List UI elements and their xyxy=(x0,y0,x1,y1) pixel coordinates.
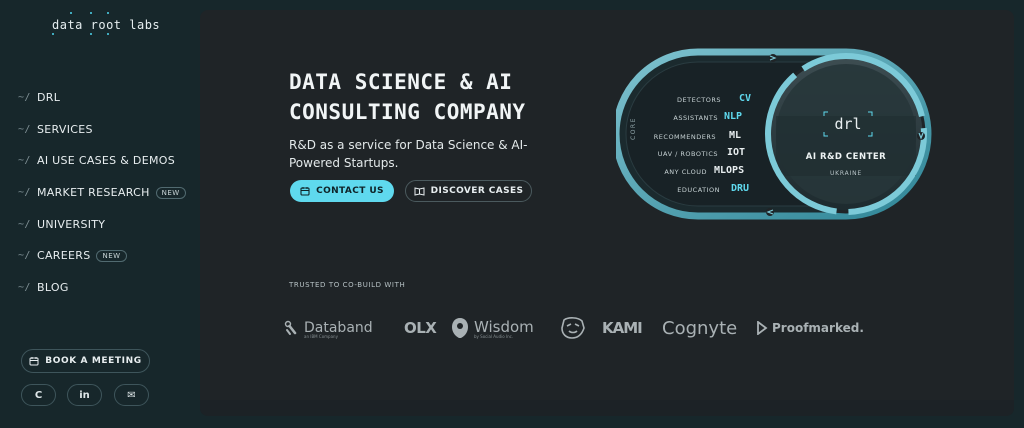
clutch-button[interactable]: C xyxy=(21,384,56,406)
hero-title: DATA SCIENCE & AI CONSULTING COMPANY xyxy=(289,67,589,127)
linkedin-button[interactable]: in xyxy=(67,384,102,406)
center-logo: drl xyxy=(834,115,862,133)
hero-subtitle: R&D as a service for Data Science & AI-P… xyxy=(289,138,528,170)
contact-us-button[interactable]: CONTACT US xyxy=(290,180,394,202)
partner-logo-proofmarked[interactable]: Proofmarked. xyxy=(756,310,864,346)
partner-logo-cognyte[interactable]: Cognyte xyxy=(662,310,737,346)
nav-item-ai-use-cases[interactable]: ~/ AI USE CASES & DEMOS xyxy=(18,145,186,177)
diagram-row-label: DETECTORS xyxy=(677,96,721,104)
book-icon xyxy=(414,187,425,196)
hero-title-line-2: CONSULTING COMPANY xyxy=(289,100,526,124)
linkedin-icon: in xyxy=(79,389,90,401)
discover-cases-label: DISCOVER CASES xyxy=(430,186,524,196)
diagram-row-code: CV xyxy=(739,93,752,104)
partner-logos: Databand an IBM Company OLX Wisdom by So… xyxy=(284,310,864,346)
nav-item-careers[interactable]: ~/ CAREERS NEW xyxy=(18,240,186,272)
partner-name: Proofmarked. xyxy=(772,321,864,335)
nav-prefix: ~/ xyxy=(18,187,31,199)
book-meeting-label: BOOK A MEETING xyxy=(45,356,142,366)
nav-prefix: ~/ xyxy=(18,92,31,104)
nav-prefix: ~/ xyxy=(18,218,31,230)
new-badge: NEW xyxy=(155,186,186,199)
partner-logo-wisdom[interactable]: Wisdom by Social Audio Inc. xyxy=(450,310,534,346)
diagram-row-label: RECOMMENDERS xyxy=(653,133,716,141)
new-badge: NEW xyxy=(96,249,127,262)
nav-item-drl[interactable]: ~/ DRL xyxy=(18,82,186,114)
center-subtitle: UKRAINE xyxy=(829,170,862,177)
hero-title-line-1: DATA SCIENCE & AI xyxy=(289,70,513,94)
diagram-row-code: MLOPS xyxy=(714,165,745,176)
nav-item-university[interactable]: ~/ UNIVERSITY xyxy=(18,208,186,240)
contact-us-label: CONTACT US xyxy=(316,186,384,196)
partner-name: Cognyte xyxy=(662,317,738,339)
nav-prefix: ~/ xyxy=(18,123,31,135)
nav-item-label: MARKET RESEARCH xyxy=(37,186,150,200)
partner-name: KAMI xyxy=(602,319,643,337)
nav-item-blog[interactable]: ~/ BLOG xyxy=(18,272,186,304)
hero-panel: DATA SCIENCE & AI CONSULTING COMPANY R&D… xyxy=(200,10,1014,416)
main-nav: ~/ DRL ~/ SERVICES ~/ AI USE CASES & DEM… xyxy=(18,82,186,303)
nav-item-label: DRL xyxy=(37,91,61,105)
core-label: CORE xyxy=(630,117,637,140)
partner-logo-avatar[interactable] xyxy=(558,310,588,346)
brand-logo[interactable]: data root labs xyxy=(52,18,160,32)
nav-prefix: ~/ xyxy=(18,281,31,293)
center-title: AI R&D CENTER xyxy=(805,152,887,162)
proofmarked-icon xyxy=(757,321,768,335)
diagram-row-label: UAV / ROBOTICS xyxy=(657,150,718,158)
nav-prefix: ~/ xyxy=(18,155,31,167)
book-meeting-button[interactable]: BOOK A MEETING xyxy=(21,349,150,373)
diagram-row-label: EDUCATION xyxy=(677,186,720,194)
nav-item-label: CAREERS xyxy=(37,249,91,263)
diagram-row-label: ASSISTANTS xyxy=(673,114,718,122)
nav-prefix: ~/ xyxy=(18,250,31,262)
sidebar: data root labs ~/ DRL ~/ SERVICES ~/ AI … xyxy=(0,0,200,428)
diagram-row-code: ML xyxy=(729,130,742,141)
partner-logo-databand[interactable]: Databand an IBM Company xyxy=(284,310,373,346)
nav-item-label: BLOG xyxy=(37,280,69,294)
trusted-label: TRUSTED TO CO-BUILD WITH xyxy=(289,281,406,289)
calendar-icon xyxy=(300,187,310,196)
partner-name: OLX xyxy=(404,319,437,337)
panel-bottom-strip xyxy=(200,400,1014,416)
mail-button[interactable]: ✉ xyxy=(114,384,149,406)
wisdom-icon xyxy=(452,318,468,338)
ai-center-diagram: CORE DETECTORS CV ASSISTANTS NLP RECOMME… xyxy=(616,44,936,224)
diagram-row-code: NLP xyxy=(724,111,743,122)
diagram-row-code: DRU xyxy=(731,183,750,194)
nav-item-label: UNIVERSITY xyxy=(37,217,106,231)
diagram-row-code: IOT xyxy=(727,147,746,158)
partner-logo-kami[interactable]: KAMI xyxy=(602,310,643,346)
nav-item-market-research[interactable]: ~/ MARKET RESEARCH NEW xyxy=(18,177,186,209)
nav-item-label: SERVICES xyxy=(37,122,93,136)
nav-item-services[interactable]: ~/ SERVICES xyxy=(18,114,186,146)
nav-item-label: AI USE CASES & DEMOS xyxy=(37,154,175,168)
databand-icon xyxy=(284,320,297,335)
clutch-icon: C xyxy=(34,389,43,401)
avatar-mark-icon xyxy=(561,317,585,339)
diagram-row-label: ANY CLOUD xyxy=(664,168,707,176)
partner-logo-olx[interactable]: OLX xyxy=(404,310,437,346)
mail-icon: ✉ xyxy=(127,389,136,401)
discover-cases-button[interactable]: DISCOVER CASES xyxy=(405,180,532,202)
calendar-icon xyxy=(29,357,39,366)
